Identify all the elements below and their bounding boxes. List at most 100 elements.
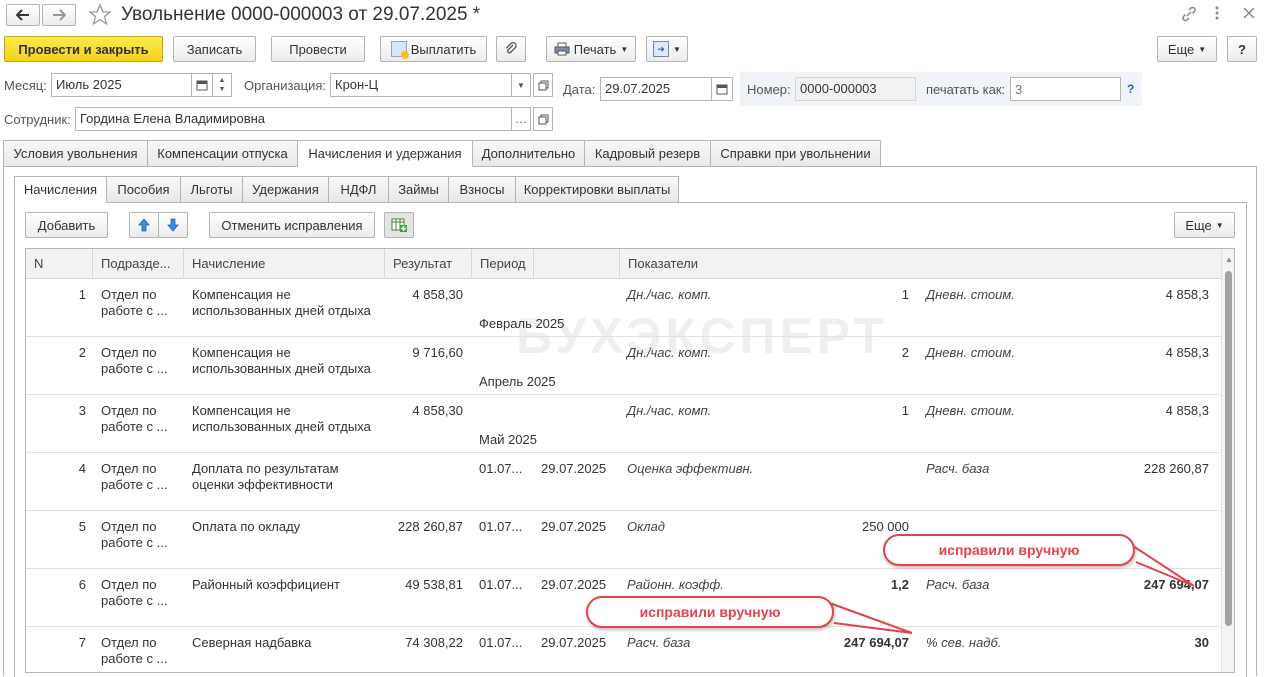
organization-label: Организация: <box>244 78 327 93</box>
cell-dept-1: работе с ... <box>101 477 168 492</box>
help-button[interactable]: ? <box>1227 36 1257 62</box>
column-header-result[interactable]: Результат <box>385 249 472 279</box>
cell-dept-0: Отдел по <box>101 461 157 476</box>
cell-n: 1 <box>78 287 86 302</box>
more-vertical-icon[interactable] <box>1214 5 1224 23</box>
cell-accrual-0: Районный коэффициент <box>192 577 340 592</box>
column-header-period[interactable]: Период <box>472 249 534 279</box>
cell-val1: 2 <box>901 345 909 360</box>
forward-button[interactable] <box>42 4 76 26</box>
print-button[interactable]: Печать ▼ <box>546 36 636 62</box>
table-row[interactable]: 1 Отдел по работе с ... Компенсация не испол… <box>26 279 1221 337</box>
employee-field[interactable]: Гордина Елена Владимировна <box>75 107 512 131</box>
cell-dept-0: Отдел по <box>101 345 157 360</box>
arrow-left-icon <box>16 9 29 21</box>
post-and-close-button[interactable]: Провести и закрыть <box>4 36 163 62</box>
cell-dept-1: работе с ... <box>101 535 168 550</box>
post-button[interactable]: Провести <box>271 36 365 62</box>
pay-label: Выплатить <box>410 41 477 57</box>
save-button[interactable]: Записать <box>173 36 256 62</box>
number-field[interactable]: 0000-000003 <box>795 77 916 101</box>
subtab-loans[interactable]: Займы <box>388 176 449 203</box>
arrow-down-icon <box>167 218 179 232</box>
ellipsis-icon: … <box>515 112 527 126</box>
more-button[interactable]: Еще ▼ <box>1157 36 1217 62</box>
scrollbar-thumb[interactable] <box>1225 271 1232 626</box>
cell-dept-0: Отдел по <box>101 635 157 650</box>
subtab-ndfl[interactable]: НДФЛ <box>328 176 389 203</box>
tab-dismissal-certificates[interactable]: Справки при увольнении <box>710 140 881 167</box>
link-icon[interactable] <box>1180 5 1200 23</box>
grid-more-button[interactable]: Еще ▼ <box>1174 212 1235 238</box>
back-button[interactable] <box>6 4 40 26</box>
subtab-privileges[interactable]: Льготы <box>180 176 243 203</box>
employee-open-button[interactable] <box>533 107 553 131</box>
month-stepper[interactable]: ▲ ▼ <box>212 73 232 97</box>
cell-accrual-1: оценки эффективности <box>192 477 333 492</box>
attach-button[interactable] <box>496 36 526 62</box>
month-field[interactable]: Июль 2025 <box>51 73 192 97</box>
organization-open-button[interactable] <box>533 73 553 97</box>
pay-button[interactable]: Выплатить <box>380 36 487 62</box>
organization-dropdown[interactable]: ▼ <box>511 73 531 97</box>
cell-ind1: Оклад <box>627 519 665 534</box>
cell-dept-0: Отдел по <box>101 403 157 418</box>
arrow-right-icon <box>53 9 66 21</box>
add-button[interactable]: Добавить <box>25 212 108 238</box>
tab-accruals-deductions[interactable]: Начисления и удержания <box>297 140 473 167</box>
paperclip-icon <box>505 42 517 54</box>
subtab-accruals[interactable]: Начисления <box>14 176 107 203</box>
cell-accrual-0: Компенсация не <box>192 403 291 418</box>
table-row[interactable]: 2 Отдел по работе с ... Компенсация не испол… <box>26 337 1221 395</box>
tab-personnel-reserve[interactable]: Кадровый резерв <box>584 140 711 167</box>
subtab-contributions[interactable]: Взносы <box>448 176 516 203</box>
cell-val1: 1 <box>901 403 909 418</box>
create-based-on-button[interactable]: ➜ ▼ <box>646 36 688 62</box>
date-calendar-button[interactable] <box>711 77 733 101</box>
cell-period: Февраль 2025 <box>479 316 565 331</box>
subtab-deductions[interactable]: Удержания <box>242 176 329 203</box>
column-header-accrual[interactable]: Начисление <box>184 249 385 279</box>
favorite-star-icon[interactable] <box>88 3 112 27</box>
cell-accrual-1: использованных дней отдыха <box>192 419 371 434</box>
organization-field[interactable]: Крон-Ц <box>330 73 512 97</box>
cell-result: 228 260,87 <box>397 519 463 534</box>
tab-additional[interactable]: Дополнительно <box>472 140 585 167</box>
cell-ind2: Дневн. стоим. <box>926 403 1015 418</box>
tab-vacation-compensation[interactable]: Компенсации отпуска <box>147 140 298 167</box>
callout-pointer-2 <box>823 600 913 634</box>
table-row[interactable]: 3 Отдел по работе с ... Компенсация не испол… <box>26 395 1221 453</box>
scroll-up-icon[interactable]: ▲ <box>1225 255 1233 264</box>
cell-accrual-0: Оплата по окладу <box>192 519 301 534</box>
column-header-department[interactable]: Подразде... <box>93 249 184 279</box>
employee-select-button[interactable]: … <box>511 107 531 131</box>
pay-doc-icon <box>390 41 409 59</box>
calendar-button[interactable] <box>191 73 213 97</box>
cell-result: 4 858,30 <box>412 403 463 418</box>
date-label: Дата: <box>563 82 596 97</box>
table-edit-button[interactable] <box>384 212 414 238</box>
cell-period: Май 2025 <box>479 432 537 447</box>
cancel-corrections-button[interactable]: Отменить исправления <box>209 212 375 238</box>
table-row[interactable]: 7 Отдел по работе с ... Северная надбавка 74… <box>26 627 1221 672</box>
print-as-input[interactable] <box>1010 77 1121 101</box>
date-field[interactable]: 29.07.2025 <box>600 77 712 101</box>
page-title: Увольнение 0000-000003 от 29.07.2025 * <box>121 4 481 25</box>
vertical-scrollbar[interactable]: ▲ <box>1221 249 1234 672</box>
table-row[interactable]: 4 Отдел по работе с ... Доплата по результа… <box>26 453 1221 511</box>
cell-n: 6 <box>78 577 86 592</box>
cell-ind2: % сев. надб. <box>926 635 1002 650</box>
move-up-button[interactable] <box>129 212 159 238</box>
subtab-benefits[interactable]: Пособия <box>106 176 181 203</box>
cell-dept-1: работе с ... <box>101 419 168 434</box>
move-down-button[interactable] <box>158 212 188 238</box>
tab-dismissal-conditions[interactable]: Условия увольнения <box>3 140 148 167</box>
close-icon[interactable] <box>1243 7 1257 21</box>
column-header-period-end[interactable] <box>534 249 620 279</box>
cell-dept-1: работе с ... <box>101 651 168 666</box>
table-add-icon <box>391 218 407 232</box>
column-header-n[interactable]: N <box>26 249 93 279</box>
column-header-indicators[interactable]: Показатели <box>620 249 1221 279</box>
subtab-payment-adjustments[interactable]: Корректировки выплаты <box>515 176 679 203</box>
print-as-help-link[interactable]: ? <box>1127 82 1134 96</box>
